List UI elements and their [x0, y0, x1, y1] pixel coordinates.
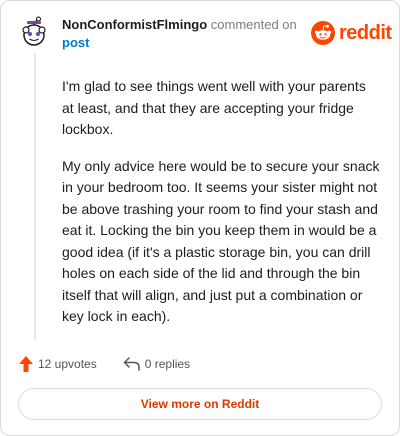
comment-paragraph: My only advice here would be to secure y… [62, 157, 380, 325]
comment-action-text: commented on [207, 17, 297, 32]
post-link[interactable]: post [62, 35, 89, 50]
comment-paragraph: I'm glad to see things went well with yo… [62, 78, 366, 137]
comment-author[interactable]: NonConformistFlmingo [62, 17, 207, 32]
avatar[interactable] [18, 16, 50, 48]
reply-count: 0 replies [144, 357, 191, 371]
view-more-button[interactable]: View more on Reddit [18, 388, 382, 420]
upvote-button[interactable]: 12 upvotes [18, 355, 97, 373]
thread-line[interactable] [34, 53, 36, 340]
comment-header: NonConformistFlmingo commented on post [62, 16, 297, 52]
reddit-snoo-icon [311, 21, 335, 45]
comment-body: I'm glad to see things went well with yo… [62, 76, 380, 343]
upvote-count: 12 upvotes [38, 357, 97, 371]
reddit-logo[interactable]: reddit [311, 21, 392, 45]
reply-arrow-icon [123, 357, 140, 371]
upvote-arrow-icon [19, 356, 33, 372]
replies-button[interactable]: 0 replies [123, 356, 190, 372]
comment-embed-card: NonConformistFlmingo commented on post r… [0, 0, 400, 436]
reddit-wordmark: reddit [339, 22, 392, 44]
comment-footer: 12 upvotes 0 replies [18, 354, 190, 374]
